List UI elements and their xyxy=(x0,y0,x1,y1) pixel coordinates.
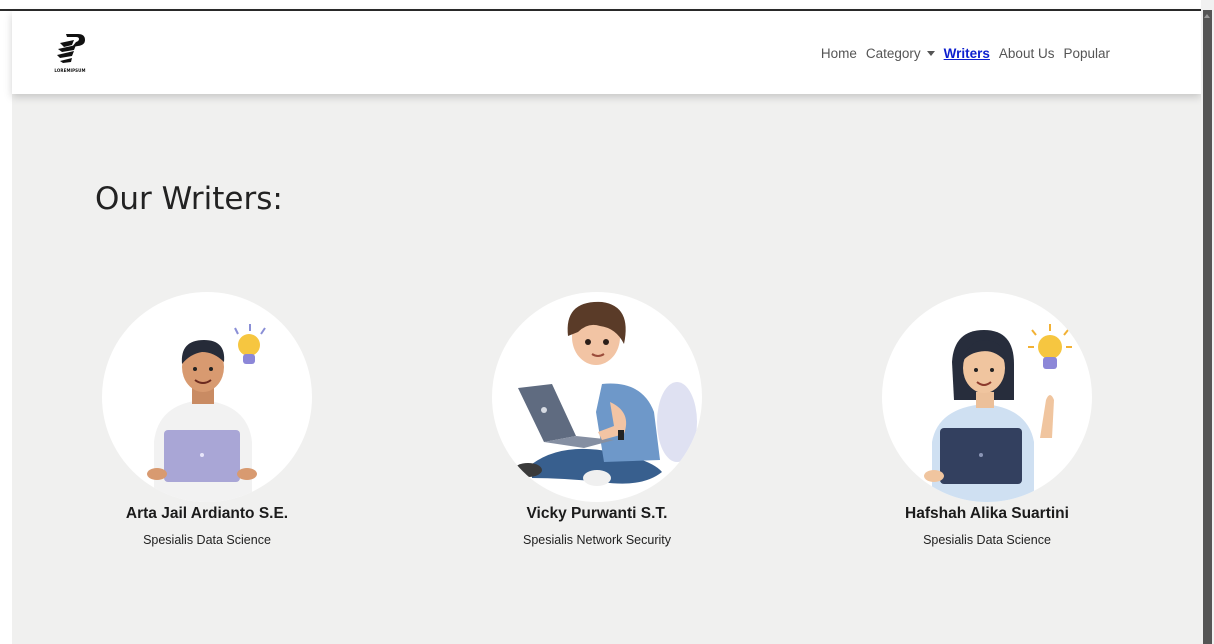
writer-role: Spesialis Data Science xyxy=(923,533,1051,547)
nav-about-link[interactable]: About Us xyxy=(999,46,1055,61)
navbar: LOREMIPSUM Home Category Writers About U… xyxy=(12,11,1201,94)
scroll-up-arrow-icon[interactable] xyxy=(1204,14,1210,18)
nav-category-dropdown[interactable]: Category xyxy=(866,46,935,61)
writer-avatar xyxy=(882,292,1092,502)
stacked-s-logo-icon xyxy=(57,34,85,63)
writer-name: Hafshah Alika Suartini xyxy=(905,505,1069,522)
nav-home-link[interactable]: Home xyxy=(821,46,857,61)
writer-card[interactable]: Vicky Purwanti S.T. Spesialis Network Se… xyxy=(467,292,727,547)
logo-text: LOREMIPSUM xyxy=(54,68,86,73)
woman-with-laptop-and-lightbulb-icon xyxy=(924,324,1072,502)
window-top-edge xyxy=(0,0,1201,11)
writer-name: Arta Jail Ardianto S.E. xyxy=(125,505,289,522)
writer-card[interactable]: Arta Jail Ardianto S.E. Spesialis Data S… xyxy=(77,292,337,547)
vertical-scrollbar[interactable] xyxy=(1201,0,1214,644)
scrollbar-thumb[interactable] xyxy=(1203,10,1212,644)
writer-role: Spesialis Network Security xyxy=(523,533,671,547)
site-logo[interactable]: LOREMIPSUM xyxy=(52,31,88,75)
man-with-laptop-and-lightbulb-icon xyxy=(147,324,266,502)
writer-role: Spesialis Data Science xyxy=(143,533,271,547)
page: LOREMIPSUM Home Category Writers About U… xyxy=(12,11,1201,644)
writer-avatar xyxy=(492,292,702,502)
nav-category-label: Category xyxy=(865,46,921,61)
writer-name: Vicky Purwanti S.T. xyxy=(526,505,668,522)
caret-down-icon xyxy=(926,50,935,56)
main-nav: Home Category Writers About Us Popular xyxy=(812,46,1110,61)
nav-writers-link[interactable]: Writers xyxy=(944,46,990,61)
writer-card[interactable]: Hafshah Alika Suartini Spesialis Data Sc… xyxy=(857,292,1117,547)
writer-avatar xyxy=(102,292,312,502)
page-title: Our Writers: xyxy=(95,181,283,217)
boy-sitting-with-laptop-icon xyxy=(514,301,697,486)
nav-popular-link[interactable]: Popular xyxy=(1063,46,1110,61)
